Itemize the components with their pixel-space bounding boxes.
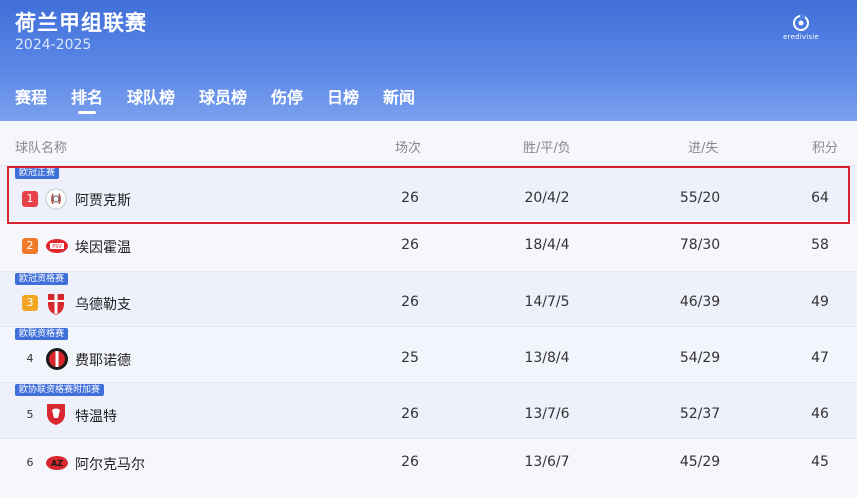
psv-badge-icon: PSV (45, 235, 68, 257)
team-name: 特温特 (75, 409, 117, 425)
az-badge-icon: AZ (45, 452, 68, 474)
wdl-value: 20/4/2 (524, 190, 570, 206)
utrecht-badge-icon (45, 292, 67, 315)
table-row[interactable]: 欧冠资格赛 3 乌德勒支 26 14/7/5 46/39 49 (0, 271, 857, 326)
table-row[interactable]: 6 AZ 阿尔克马尔 26 13/6/7 45/29 45 (0, 438, 857, 498)
played-value: 26 (401, 237, 419, 253)
wdl-value: 14/7/5 (524, 294, 570, 310)
col-points-header: 积分 (812, 141, 839, 156)
tab-news[interactable]: 新闻 (383, 84, 415, 108)
wdl-value: 13/7/6 (524, 406, 570, 422)
qualification-tag: 欧联资格赛 (15, 328, 69, 340)
season-label: 2024-2025 (15, 37, 92, 53)
team-name: 阿尔克马尔 (75, 457, 145, 473)
goals-value: 46/39 (679, 294, 721, 310)
points-value: 46 (811, 406, 829, 422)
tab-standings[interactable]: 排名 (71, 84, 103, 108)
rank-badge: 2 (22, 238, 38, 254)
tab-bar: 赛程 排名 球队榜 球员榜 伤停 日榜 新闻 (0, 84, 857, 118)
team-name: 埃因霍温 (75, 240, 131, 256)
rank-number: 5 (26, 408, 34, 421)
col-played-header: 场次 (395, 141, 422, 156)
rank-badge: 3 (22, 295, 38, 311)
goals-value: 78/30 (679, 237, 721, 253)
goals-value: 45/29 (679, 454, 721, 470)
tab-team-stats[interactable]: 球队榜 (127, 84, 175, 108)
col-goals-header: 进/失 (688, 141, 719, 156)
tab-injuries[interactable]: 伤停 (271, 84, 303, 108)
played-value: 26 (401, 294, 419, 310)
played-value: 26 (401, 454, 419, 470)
points-value: 45 (811, 454, 829, 470)
wdl-value: 13/8/4 (524, 350, 570, 366)
tab-schedule[interactable]: 赛程 (15, 84, 47, 108)
team-name: 乌德勒支 (75, 297, 131, 313)
qualification-tag: 欧协联资格赛附加赛 (15, 384, 105, 396)
played-value: 26 (401, 406, 419, 422)
wdl-value: 13/6/7 (524, 454, 570, 470)
feyenoord-badge-icon (45, 347, 68, 370)
col-team-header: 球队名称 (15, 141, 68, 156)
played-value: 26 (401, 190, 419, 206)
rank-number: 4 (26, 352, 34, 365)
eredivisie-logo-icon (793, 14, 809, 31)
qualification-tag: 欧冠正赛 (15, 167, 60, 179)
team-name: 费耶诺德 (75, 353, 131, 369)
table-row[interactable]: 欧联资格赛 4 费耶诺德 25 13/8/4 54/29 47 (0, 326, 857, 382)
points-value: 64 (811, 190, 829, 206)
twente-badge-icon (45, 402, 67, 425)
played-value: 25 (401, 350, 419, 366)
logo-text: eredivisie (783, 33, 819, 41)
league-title: 荷兰甲组联赛 (15, 11, 147, 35)
table-row[interactable]: 欧协联资格赛附加赛 5 特温特 26 13/7/6 52/37 46 (0, 382, 857, 438)
team-name: 阿贾克斯 (75, 193, 131, 209)
points-value: 49 (811, 294, 829, 310)
col-wdl-header: 胜/平/负 (523, 141, 571, 156)
qualification-tag: 欧冠资格赛 (15, 273, 69, 285)
ajax-badge-icon (45, 188, 67, 210)
rank-number: 6 (26, 456, 34, 469)
table-row[interactable]: 欧冠正赛 1 阿贾克斯 26 20/4/2 55/20 64 (0, 165, 857, 218)
active-tab-indicator (78, 111, 96, 114)
goals-value: 52/37 (679, 406, 721, 422)
goals-value: 55/20 (679, 190, 721, 206)
goals-value: 54/29 (679, 350, 721, 366)
rank-badge: 1 (22, 191, 38, 207)
svg-text:PSV: PSV (52, 244, 62, 250)
tab-player-stats[interactable]: 球员榜 (199, 84, 247, 108)
tab-daily[interactable]: 日榜 (327, 84, 359, 108)
wdl-value: 18/4/4 (524, 237, 570, 253)
table-row[interactable]: 2 PSV 埃因霍温 26 18/4/4 78/30 58 (0, 219, 857, 272)
eredivisie-logo: eredivisie (772, 14, 830, 46)
svg-text:AZ: AZ (51, 459, 63, 468)
points-value: 47 (811, 350, 829, 366)
points-value: 58 (811, 237, 829, 253)
